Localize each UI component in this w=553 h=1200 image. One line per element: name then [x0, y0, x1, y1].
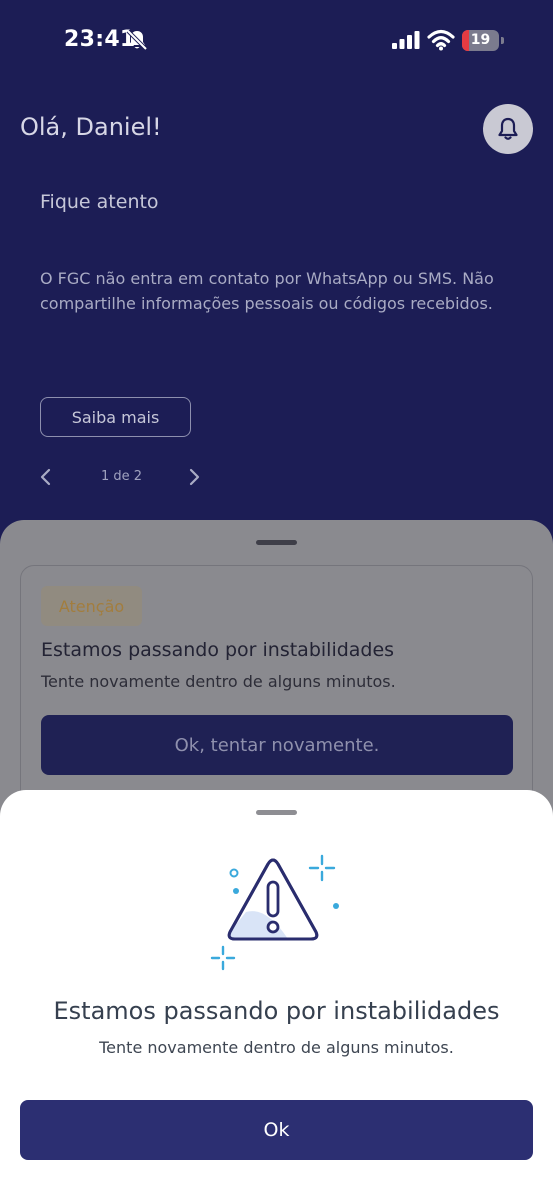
wifi-icon — [427, 29, 455, 51]
banner-text: O FGC não entra em contato por WhatsApp … — [40, 269, 494, 313]
chevron-right-icon[interactable] — [184, 465, 204, 489]
retry-button[interactable]: Ok, tentar novamente. — [41, 715, 513, 775]
banner-title: Fique atento — [40, 191, 159, 213]
alert-text: Tente novamente dentro de alguns minutos… — [41, 672, 396, 691]
alert-title: Estamos passando por instabilidades — [41, 639, 395, 661]
alert-card: Atenção Estamos passando por instabilida… — [20, 565, 533, 805]
modal-title: Estamos passando por instabilidades — [53, 997, 500, 1025]
pager-label: 1 de 2 — [101, 469, 143, 484]
greeting-title: Olá, Daniel! — [20, 113, 162, 141]
error-modal-sheet: Estamos passando por instabilidades Tent… — [0, 790, 553, 1200]
battery-level: 19 — [470, 32, 491, 48]
ok-button[interactable]: Ok — [20, 1100, 533, 1160]
attention-badge: Atenção — [41, 586, 142, 626]
battery-icon: 19 — [462, 30, 504, 51]
chevron-left-icon[interactable] — [36, 465, 56, 489]
notifications-button[interactable] — [483, 104, 533, 154]
cellular-signal-icon — [392, 31, 420, 49]
modal-drag-handle[interactable] — [256, 810, 297, 815]
status-time: 23:41 — [64, 27, 136, 52]
bell-icon — [498, 117, 518, 140]
bell-slash-icon — [126, 29, 148, 51]
sheet-drag-handle[interactable] — [256, 540, 297, 545]
home-screen: 23:41 19 Olá, Daniel! Fique atento O FGC… — [0, 0, 553, 1200]
saiba-mais-button[interactable]: Saiba mais — [40, 397, 191, 437]
status-bar: 23:41 19 — [0, 0, 553, 80]
modal-text: Tente novamente dentro de alguns minutos… — [99, 1038, 454, 1057]
warning-triangle-icon — [210, 854, 339, 971]
